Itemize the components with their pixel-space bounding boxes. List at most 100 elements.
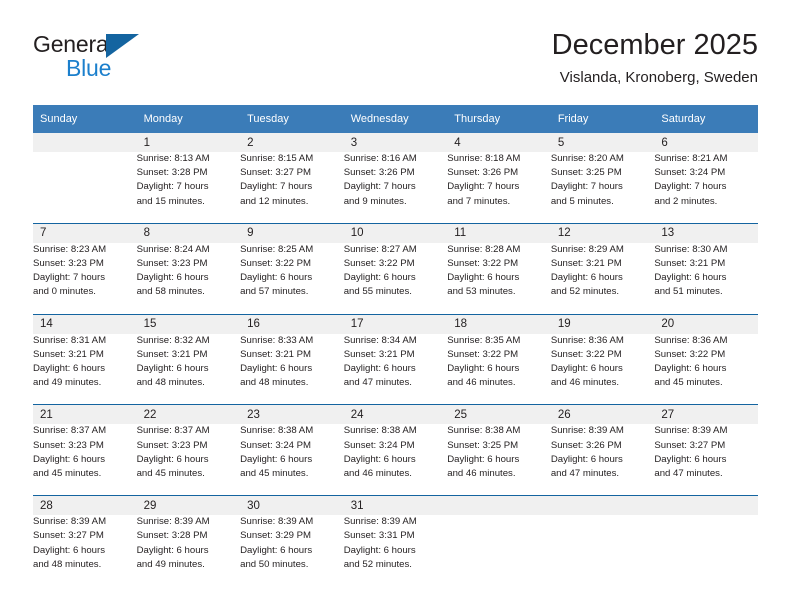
sunrise-text: Sunrise: 8:30 AM: [654, 243, 728, 255]
day-number-cell[interactable]: 2: [240, 133, 344, 152]
sunset-text: Sunset: 3:29 PM: [240, 530, 312, 542]
day-cell[interactable]: Sunrise: 8:15 AM Sunset: 3:27 PM Daylight:…: [240, 152, 344, 209]
sunset-text: Sunset: 3:22 PM: [447, 258, 519, 270]
day-cell[interactable]: Sunrise: 8:13 AM Sunset: 3:28 PM Daylight:…: [137, 152, 241, 209]
day-cell[interactable]: Sunrise: 8:35 AM Sunset: 3:22 PM Daylight:…: [447, 334, 551, 391]
day-number-cell[interactable]: 3: [343, 133, 448, 152]
day-number-cell[interactable]: 24: [343, 405, 448, 425]
week-spacer: [33, 572, 758, 587]
daylight-text-line2: and 52 minutes.: [343, 558, 412, 570]
day-cell[interactable]: Sunrise: 8:20 AM Sunset: 3:25 PM Daylight:…: [551, 152, 655, 209]
day-cell[interactable]: Sunrise: 8:34 AM Sunset: 3:21 PM Daylight:…: [344, 334, 448, 391]
day-detail-row: Sunrise: 8:31 AM Sunset: 3:21 PM Daylight:…: [33, 334, 758, 391]
day-number-cell[interactable]: 18: [447, 314, 551, 334]
day-cell[interactable]: Sunrise: 8:39 AM Sunset: 3:28 PM Daylight:…: [137, 515, 241, 572]
calendar-body: 123456 Sunrise: 8:13 AM Sunset: 3:28 PM Da…: [33, 133, 758, 587]
day-number-cell[interactable]: 15: [136, 314, 241, 334]
day-number-cell[interactable]: 17: [343, 314, 448, 334]
sunrise-text: Sunrise: 8:38 AM: [447, 425, 521, 437]
day-cell[interactable]: Sunrise: 8:36 AM Sunset: 3:22 PM Daylight:…: [654, 334, 758, 391]
day-number-cell[interactable]: 27: [654, 405, 758, 425]
day-cell[interactable]: Sunrise: 8:38 AM Sunset: 3:24 PM Daylight:…: [240, 424, 344, 481]
day-cell-empty: [33, 152, 137, 209]
day-number-cell[interactable]: 13: [654, 223, 758, 243]
day-cell[interactable]: Sunrise: 8:31 AM Sunset: 3:21 PM Daylight:…: [33, 334, 137, 391]
day-cell[interactable]: Sunrise: 8:18 AM Sunset: 3:26 PM Daylight:…: [447, 152, 551, 209]
day-number-cell[interactable]: 12: [550, 223, 655, 243]
day-cell[interactable]: Sunrise: 8:37 AM Sunset: 3:23 PM Daylight:…: [137, 424, 241, 481]
logo-triangle-icon: [106, 34, 139, 58]
day-number-cell-empty: [654, 496, 758, 516]
sunset-text: Sunset: 3:31 PM: [343, 530, 415, 542]
day-number-cell[interactable]: 9: [240, 223, 344, 243]
day-number-row: 28 29 30 31: [33, 496, 758, 516]
sunrise-text: Sunrise: 8:37 AM: [136, 425, 210, 437]
day-cell[interactable]: Sunrise: 8:30 AM Sunset: 3:21 PM Daylight:…: [654, 243, 758, 300]
daylight-text-line2: and 45 minutes.: [240, 468, 309, 480]
weekday-header-wednesday: Wednesday: [343, 105, 448, 133]
day-cell[interactable]: Sunrise: 8:23 AM Sunset: 3:23 PM Daylight:…: [33, 243, 137, 300]
daylight-text-line2: and 48 minutes.: [136, 377, 205, 389]
day-cell[interactable]: Sunrise: 8:38 AM Sunset: 3:25 PM Daylight:…: [447, 424, 551, 481]
week-spacer-row: [33, 572, 758, 587]
sunrise-text: Sunrise: 8:24 AM: [136, 243, 210, 255]
day-number-cell[interactable]: 19: [550, 314, 655, 334]
sunset-text: Sunset: 3:22 PM: [447, 348, 519, 360]
day-cell[interactable]: Sunrise: 8:27 AM Sunset: 3:22 PM Daylight:…: [344, 243, 448, 300]
day-cell[interactable]: Sunrise: 8:37 AM Sunset: 3:23 PM Daylight:…: [33, 424, 137, 481]
day-number-cell[interactable]: 25: [447, 405, 551, 425]
day-cell[interactable]: Sunrise: 8:24 AM Sunset: 3:23 PM Daylight:…: [137, 243, 241, 300]
daylight-text-line1: Daylight: 6 hours: [136, 363, 209, 375]
sunrise-text: Sunrise: 8:36 AM: [654, 334, 728, 346]
day-cell[interactable]: Sunrise: 8:25 AM Sunset: 3:22 PM Daylight:…: [240, 243, 344, 300]
day-number-cell[interactable]: 20: [654, 314, 758, 334]
day-cell[interactable]: Sunrise: 8:21 AM Sunset: 3:24 PM Daylight:…: [654, 152, 758, 209]
day-number-cell[interactable]: 6: [654, 133, 758, 152]
sunset-text: Sunset: 3:26 PM: [343, 167, 415, 179]
day-number-cell[interactable]: 23: [240, 405, 344, 425]
day-number-cell[interactable]: 30: [240, 496, 344, 516]
daylight-text-line2: and 2 minutes.: [654, 195, 718, 207]
day-number-cell[interactable]: 22: [136, 405, 241, 425]
day-number-cell[interactable]: 26: [550, 405, 655, 425]
day-cell[interactable]: Sunrise: 8:16 AM Sunset: 3:26 PM Daylight:…: [344, 152, 448, 209]
day-number-cell[interactable]: 21: [33, 405, 137, 425]
day-cell[interactable]: Sunrise: 8:39 AM Sunset: 3:27 PM Daylight:…: [654, 424, 758, 481]
week-spacer-row: [33, 299, 758, 314]
day-number-cell[interactable]: 11: [447, 223, 551, 243]
sunrise-text: Sunrise: 8:28 AM: [447, 243, 521, 255]
day-number-cell-empty: [33, 133, 137, 152]
day-number-cell[interactable]: 1: [136, 133, 241, 152]
day-cell[interactable]: Sunrise: 8:39 AM Sunset: 3:29 PM Daylight:…: [240, 515, 344, 572]
day-cell[interactable]: Sunrise: 8:36 AM Sunset: 3:22 PM Daylight:…: [551, 334, 655, 391]
sunrise-text: Sunrise: 8:39 AM: [654, 425, 728, 437]
daylight-text-line1: Daylight: 6 hours: [136, 453, 209, 465]
daylight-text-line2: and 5 minutes.: [550, 195, 614, 207]
sunrise-text: Sunrise: 8:13 AM: [136, 153, 210, 164]
day-number-cell[interactable]: 10: [343, 223, 448, 243]
day-number-cell[interactable]: 7: [33, 223, 137, 243]
sunset-text: Sunset: 3:24 PM: [240, 439, 312, 451]
sunset-text: Sunset: 3:21 PM: [240, 348, 312, 360]
day-cell[interactable]: Sunrise: 8:29 AM Sunset: 3:21 PM Daylight:…: [551, 243, 655, 300]
day-cell[interactable]: Sunrise: 8:32 AM Sunset: 3:21 PM Daylight:…: [137, 334, 241, 391]
day-number-cell[interactable]: 28: [33, 496, 137, 516]
day-cell[interactable]: Sunrise: 8:39 AM Sunset: 3:27 PM Daylight:…: [33, 515, 137, 572]
day-cell[interactable]: Sunrise: 8:39 AM Sunset: 3:31 PM Daylight:…: [344, 515, 448, 572]
day-cell[interactable]: Sunrise: 8:38 AM Sunset: 3:24 PM Daylight:…: [344, 424, 448, 481]
day-number-cell[interactable]: 31: [343, 496, 448, 516]
day-number-cell[interactable]: 29: [136, 496, 241, 516]
day-cell[interactable]: Sunrise: 8:33 AM Sunset: 3:21 PM Daylight:…: [240, 334, 344, 391]
general-blue-logo[interactable]: General Blue: [33, 32, 213, 92]
daylight-text-line2: and 45 minutes.: [33, 468, 102, 480]
weekday-header-monday: Monday: [136, 105, 241, 133]
day-cell[interactable]: Sunrise: 8:39 AM Sunset: 3:26 PM Daylight:…: [551, 424, 655, 481]
day-number-cell[interactable]: 16: [240, 314, 344, 334]
daylight-text-line2: and 47 minutes.: [654, 468, 723, 480]
day-cell[interactable]: Sunrise: 8:28 AM Sunset: 3:22 PM Daylight:…: [447, 243, 551, 300]
day-number-cell[interactable]: 8: [136, 223, 241, 243]
day-number-cell[interactable]: 5: [550, 133, 655, 152]
page-title: December 2025: [551, 29, 758, 61]
day-number-cell[interactable]: 4: [447, 133, 551, 152]
day-number-cell[interactable]: 14: [33, 314, 137, 334]
